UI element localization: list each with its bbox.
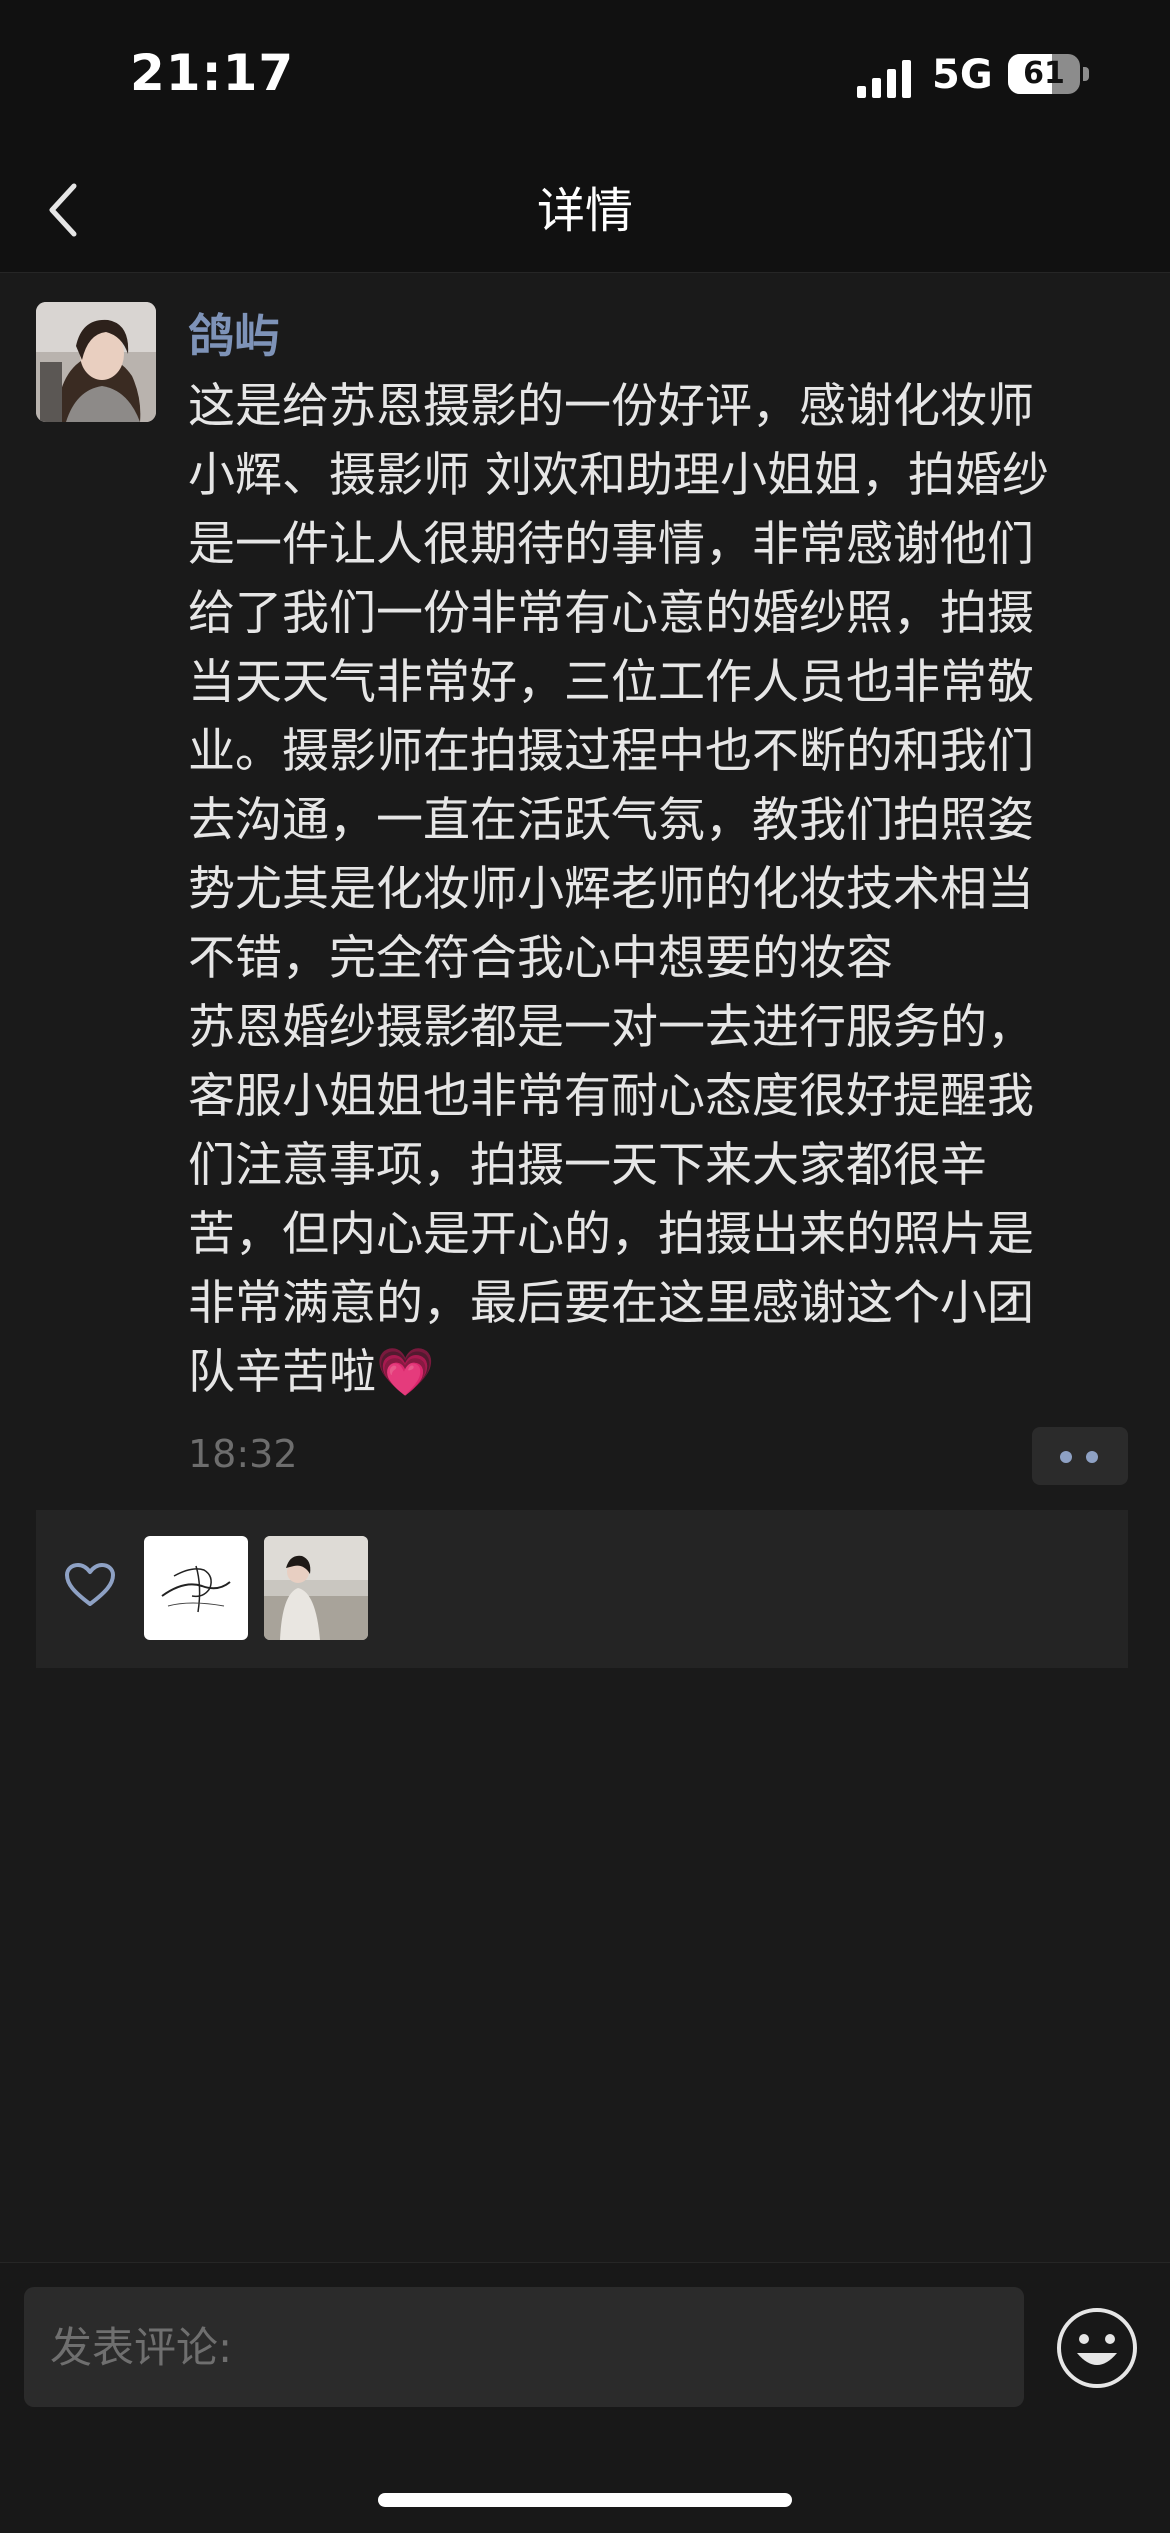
comment-bar — [0, 2262, 1170, 2533]
back-button[interactable] — [30, 170, 100, 250]
signal-icon — [857, 60, 911, 98]
home-indicator — [378, 2493, 792, 2507]
liker-avatar-beach[interactable] — [264, 1536, 368, 1640]
network-label: 5G — [932, 52, 993, 98]
post-content: 这是给苏恩摄影的一份好评，感谢化妆师 小辉、摄影师 刘欢和助理小姐姐，拍婚纱 是… — [188, 379, 1049, 1400]
comment-input[interactable] — [24, 2287, 1024, 2407]
nav-bar: 详情 — [0, 150, 1170, 273]
beach-photo-image — [264, 1536, 368, 1640]
heart-outline-icon — [65, 1563, 115, 1606]
likes-panel — [36, 1510, 1128, 1668]
author-avatar-image — [36, 302, 156, 422]
author-avatar[interactable] — [36, 302, 156, 422]
chevron-left-icon — [49, 183, 77, 237]
emoji-button[interactable] — [1052, 2303, 1142, 2393]
battery-icon: 61 — [1008, 54, 1092, 96]
page-title: 详情 — [536, 183, 633, 239]
liker-avatar-sketch[interactable] — [144, 1536, 248, 1640]
more-dots-icon-dot — [1086, 1451, 1098, 1463]
sketch-image — [144, 1536, 248, 1640]
status-time: 21:17 — [130, 44, 295, 102]
more-dots-icon — [1060, 1451, 1072, 1463]
status-bar: 21:17 5G 61 — [0, 0, 1170, 150]
smiley-face-icon — [1057, 2308, 1137, 2388]
post-timestamp: 18:32 — [188, 1432, 298, 1476]
battery-level-text: 61 — [1023, 56, 1065, 91]
author-name[interactable]: 鸽屿 — [188, 300, 280, 366]
more-actions-button[interactable] — [1032, 1427, 1128, 1485]
